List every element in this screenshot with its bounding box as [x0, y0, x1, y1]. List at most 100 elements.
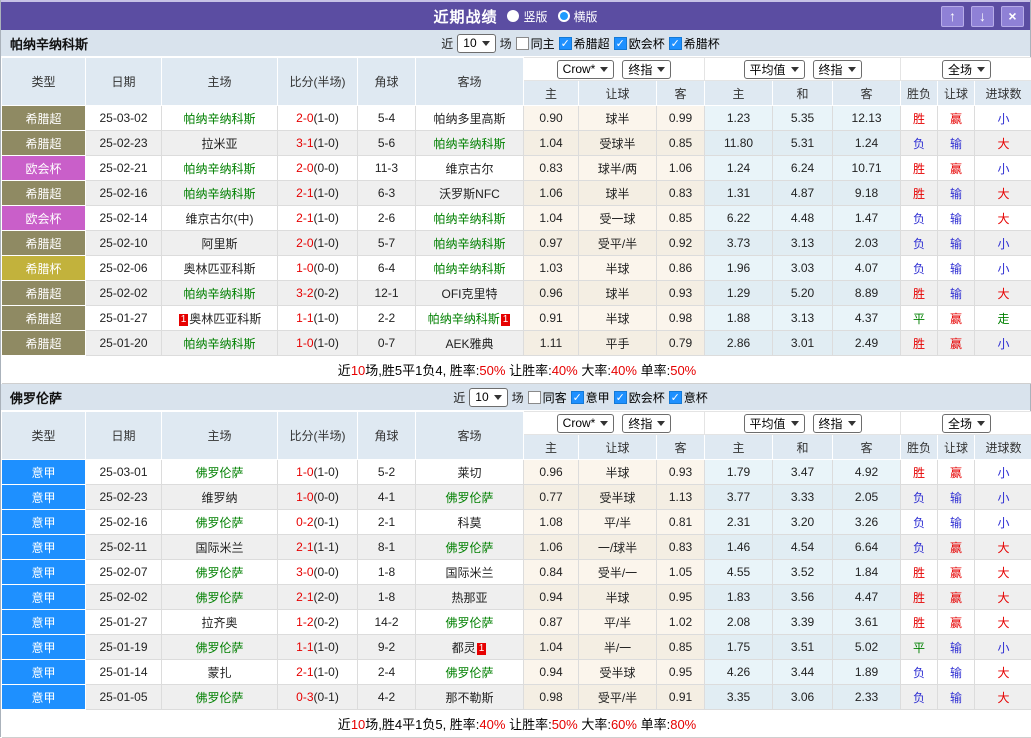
date-cell: 25-03-01 — [86, 460, 162, 485]
matches-count-select[interactable]: 10 — [457, 34, 495, 53]
summary-segment: 单率: — [637, 717, 670, 732]
average-odds-cell: 4.37 — [833, 306, 901, 331]
chevron-down-icon — [657, 67, 665, 72]
result-select[interactable]: 全场 — [942, 414, 991, 433]
league-filter-checkbox[interactable]: ✓ — [669, 391, 682, 404]
summary-segment: 近 — [338, 363, 351, 378]
handicap-odds-cell: 0.94 — [524, 660, 579, 685]
league-type-cell: 希腊超 — [2, 281, 86, 306]
halftime-score: (0-1) — [314, 515, 339, 529]
radio-horizontal-layout[interactable]: 横版 — [558, 8, 598, 25]
same-venue[interactable]: 同主 — [516, 35, 555, 52]
avg-select[interactable]: 平均值 — [744, 60, 805, 79]
handicap-odds-cell: 1.06 — [657, 156, 705, 181]
league-filter-checkbox[interactable]: ✓ — [571, 391, 584, 404]
score-cell: 3-0(0-0) — [278, 560, 358, 585]
handicap-odds-cell: 0.96 — [524, 460, 579, 485]
odds-select[interactable]: Crow* — [557, 414, 615, 433]
halftime-score: (0-0) — [314, 161, 339, 175]
summary-segment: 大率: — [578, 363, 611, 378]
average-odds-cell: 1.47 — [833, 206, 901, 231]
handicap-odds-cell: 受半球 — [579, 660, 657, 685]
result-cell: 赢 — [938, 585, 975, 610]
result-cell: 大 — [975, 610, 1031, 635]
move-down-button[interactable]: ↓ — [971, 6, 994, 27]
odds-select[interactable]: 终指 — [622, 60, 671, 79]
date-cell: 25-02-02 — [86, 281, 162, 306]
chevron-down-icon — [977, 67, 985, 72]
average-odds-cell: 1.29 — [705, 281, 773, 306]
result-cell: 输 — [938, 181, 975, 206]
same-venue[interactable]: 同客 — [528, 389, 567, 406]
avg-select[interactable]: 平均值 — [744, 414, 805, 433]
result-select-value: 全场 — [948, 415, 972, 432]
odds-dropdowns: Crow* 终指 — [526, 60, 702, 79]
home-team-cell: 阿里斯 — [162, 231, 278, 256]
halftime-score: (1-0) — [314, 311, 339, 325]
result-cell: 负 — [901, 206, 938, 231]
odds-select[interactable]: 终指 — [622, 414, 671, 433]
away-team-name: 帕纳辛纳科斯 — [433, 137, 505, 151]
same-venue-checkbox[interactable] — [528, 391, 541, 404]
result-cell: 负 — [901, 485, 938, 510]
fulltime-score: 2-1 — [296, 590, 313, 604]
summary-row: 近10场,胜4平1负5, 胜率:40% 让胜率:50% 大率:60% 单率:80… — [2, 710, 1031, 738]
result-cell: 大 — [975, 131, 1031, 156]
match-row: 意甲25-02-16佛罗伦萨0-2(0-1)2-1科莫1.08平/半0.812.… — [2, 510, 1031, 535]
avg-select[interactable]: 终指 — [813, 60, 862, 79]
handicap-odds-cell: 0.77 — [524, 485, 579, 510]
league-type-cell: 意甲 — [2, 610, 86, 635]
away-team-cell: 莱切 — [416, 460, 524, 485]
section-team-name: 佛罗伦萨 — [10, 388, 62, 407]
matches-count-select[interactable]: 10 — [469, 388, 507, 407]
away-team-name: 帕纳多里高斯 — [433, 112, 505, 126]
odds-select[interactable]: Crow* — [557, 60, 615, 79]
move-up-button[interactable]: ↑ — [941, 6, 964, 27]
average-odds-cell: 1.24 — [705, 156, 773, 181]
column-header: 比分(半场) — [278, 412, 358, 460]
league-type-cell: 希腊超 — [2, 231, 86, 256]
league-filter[interactable]: ✓希腊杯 — [669, 35, 720, 52]
handicap-odds-cell: 受半/一 — [579, 560, 657, 585]
sub-column-header: 客 — [833, 435, 901, 460]
score-cell: 1-0(1-0) — [278, 460, 358, 485]
close-button[interactable]: × — [1001, 6, 1024, 27]
column-header: 类型 — [2, 58, 86, 106]
league-filter[interactable]: ✓希腊超 — [559, 35, 610, 52]
result-select[interactable]: 全场 — [942, 60, 991, 79]
league-filter[interactable]: ✓欧会杯 — [614, 35, 665, 52]
result-cell: 胜 — [901, 106, 938, 131]
corners-cell: 5-7 — [358, 231, 416, 256]
handicap-odds-cell: 0.95 — [657, 660, 705, 685]
league-filter[interactable]: ✓意杯 — [669, 389, 708, 406]
result-select-value: 全场 — [948, 61, 972, 78]
league-filter-checkbox[interactable]: ✓ — [669, 37, 682, 50]
average-odds-cell: 10.71 — [833, 156, 901, 181]
league-filter-checkbox[interactable]: ✓ — [614, 391, 627, 404]
league-type-cell: 意甲 — [2, 535, 86, 560]
match-row: 希腊超25-01-271奥林匹亚科斯1-1(1-0)2-2帕纳辛纳科斯10.91… — [2, 306, 1031, 331]
avg-dropdowns: 平均值终指 — [707, 414, 898, 433]
summary-segment: 60% — [611, 717, 637, 732]
league-filter[interactable]: ✓欧会杯 — [614, 389, 665, 406]
near-label: 近 — [441, 35, 453, 52]
radio-vertical-layout[interactable]: 竖版 — [507, 8, 547, 25]
average-odds-cell: 3.01 — [773, 331, 833, 356]
sub-column-header: 让球 — [938, 81, 975, 106]
date-cell: 25-02-21 — [86, 156, 162, 181]
result-cell: 赢 — [938, 306, 975, 331]
avg-select[interactable]: 终指 — [813, 414, 862, 433]
league-type-cell: 意甲 — [2, 560, 86, 585]
date-cell: 25-02-14 — [86, 206, 162, 231]
home-team-cell: 佛罗伦萨 — [162, 560, 278, 585]
league-filter-checkbox[interactable]: ✓ — [559, 37, 572, 50]
column-header: 角球 — [358, 412, 416, 460]
home-team-name: 蒙扎 — [207, 666, 231, 680]
same-venue-checkbox[interactable] — [516, 37, 529, 50]
handicap-odds-cell: 半球 — [579, 256, 657, 281]
match-row: 希腊超25-02-02帕纳辛纳科斯3-2(0-2)12-1OFI克里特0.96球… — [2, 281, 1031, 306]
corners-cell: 6-3 — [358, 181, 416, 206]
league-filter-checkbox[interactable]: ✓ — [614, 37, 627, 50]
league-filter[interactable]: ✓意甲 — [571, 389, 610, 406]
date-cell: 25-02-07 — [86, 560, 162, 585]
